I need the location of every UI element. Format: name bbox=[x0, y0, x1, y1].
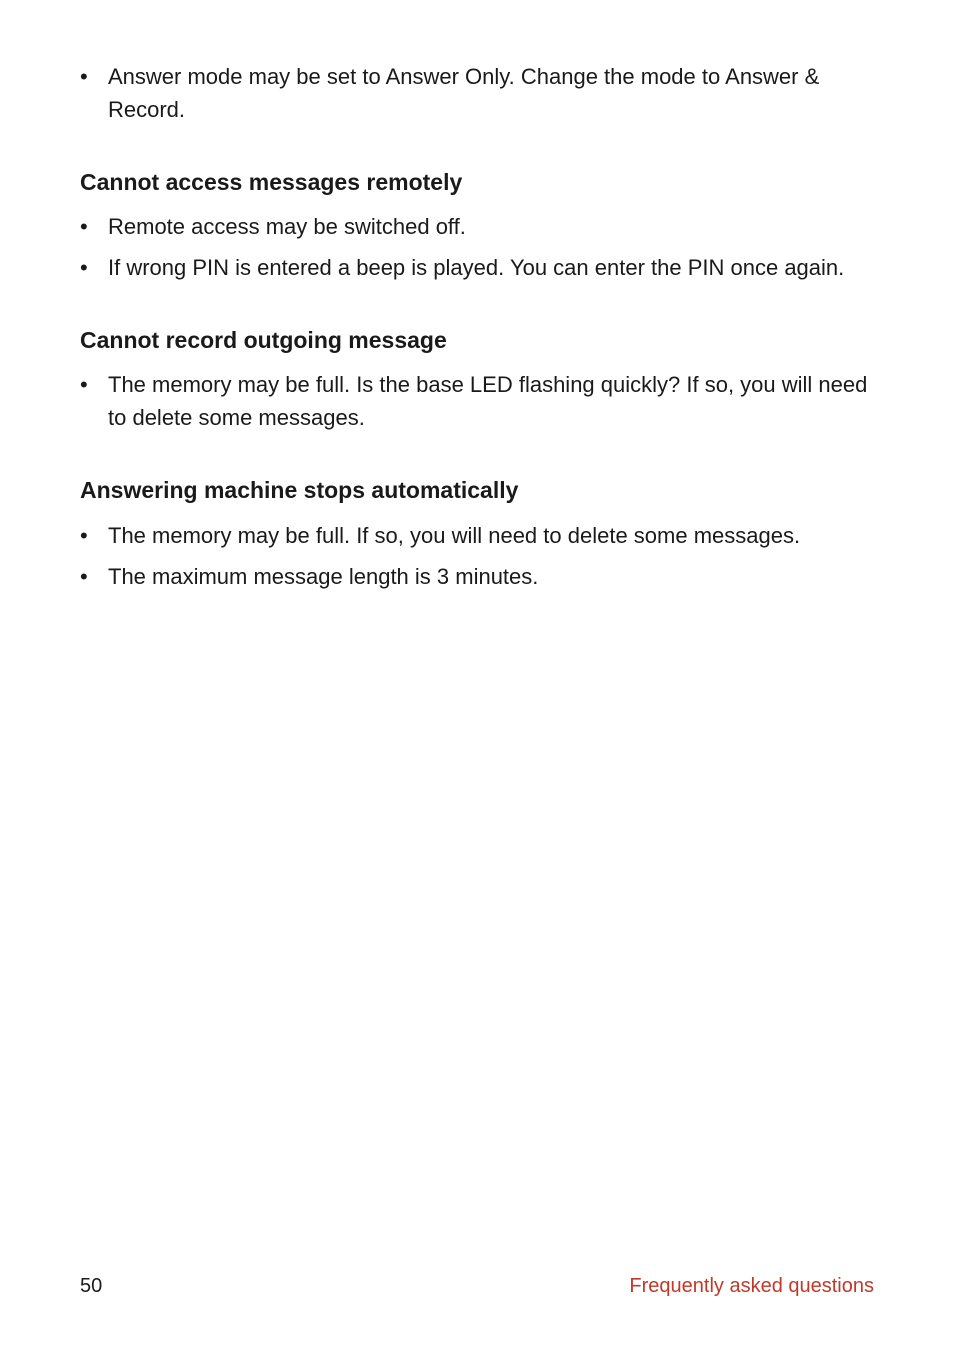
bullet-text: The memory may be full. If so, you will … bbox=[108, 519, 874, 552]
bullet-dot: • bbox=[80, 251, 108, 284]
bullet-item: •The memory may be full. Is the base LED… bbox=[80, 368, 874, 434]
page-number: 50 bbox=[80, 1275, 102, 1298]
bullet-text: Remote access may be switched off. bbox=[108, 210, 874, 243]
intro-section: • Answer mode may be set to Answer Only.… bbox=[80, 60, 874, 126]
bullet-item: •The memory may be full. If so, you will… bbox=[80, 519, 874, 552]
section-header-cannot-access: Cannot access messages remotely bbox=[80, 166, 874, 198]
bullet-item: •If wrong PIN is entered a beep is playe… bbox=[80, 251, 874, 284]
bullet-item: •Remote access may be switched off. bbox=[80, 210, 874, 243]
bullet-dot: • bbox=[80, 560, 108, 593]
page: • Answer mode may be set to Answer Only.… bbox=[0, 0, 954, 1348]
bullet-dot: • bbox=[80, 519, 108, 552]
bullet-dot: • bbox=[80, 210, 108, 243]
section-header-cannot-record: Cannot record outgoing message bbox=[80, 324, 874, 356]
sections-container: Cannot access messages remotely•Remote a… bbox=[80, 166, 874, 593]
page-footer: 50 Frequently asked questions bbox=[80, 1275, 874, 1298]
section-cannot-access: Cannot access messages remotely •Remote a… bbox=[80, 166, 874, 284]
bullet-dot: • bbox=[80, 60, 108, 93]
bullet-dot: • bbox=[80, 368, 108, 401]
section-cannot-record: Cannot record outgoing message •The memor… bbox=[80, 324, 874, 434]
intro-bullet-text: Answer mode may be set to Answer Only. C… bbox=[108, 60, 874, 126]
section-header-answering-machine: Answering machine stops automatically bbox=[80, 474, 874, 506]
bullet-text: The memory may be full. Is the base LED … bbox=[108, 368, 874, 434]
intro-bullet-item: • Answer mode may be set to Answer Only.… bbox=[80, 60, 874, 126]
section-answering-machine: Answering machine stops automatically •Th… bbox=[80, 474, 874, 592]
footer-title: Frequently asked questions bbox=[629, 1275, 874, 1298]
bullet-text: If wrong PIN is entered a beep is played… bbox=[108, 251, 874, 284]
bullet-item: •The maximum message length is 3 minutes… bbox=[80, 560, 874, 593]
bullet-text: The maximum message length is 3 minutes. bbox=[108, 560, 874, 593]
